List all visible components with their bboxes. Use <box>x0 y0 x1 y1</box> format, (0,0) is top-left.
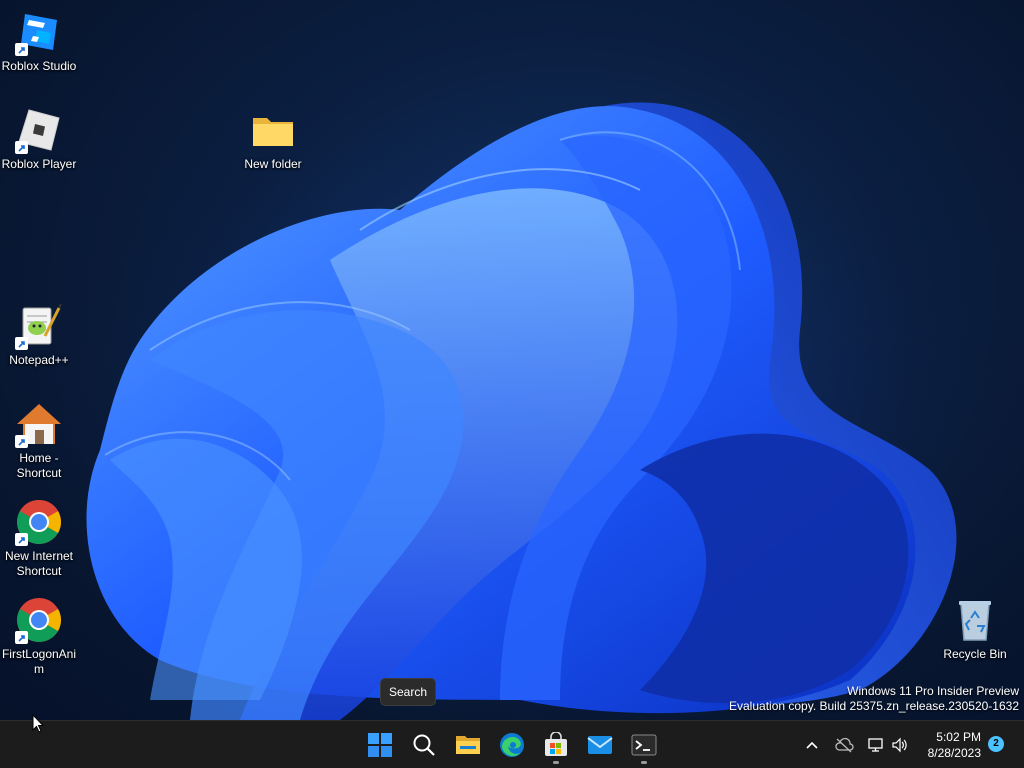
show-hidden-icons-button[interactable] <box>802 735 822 755</box>
network-icon <box>868 738 883 752</box>
desktop-icon-label: New Internet Shortcut <box>4 549 74 578</box>
edge-icon <box>500 733 524 757</box>
taskbar-store-button[interactable] <box>536 725 576 765</box>
desktop-icon-firstlogonanim[interactable]: FirstLogonAni m <box>0 596 78 677</box>
taskbar-mail-button[interactable] <box>580 725 620 765</box>
taskbar-search-button[interactable] <box>404 725 444 765</box>
onedrive-tray-button[interactable] <box>834 735 854 755</box>
taskbar-edge-button[interactable] <box>492 725 532 765</box>
desktop-icon-home-shortcut[interactable]: Home - Shortcut <box>0 400 78 481</box>
desktop-icon-label: Roblox Studio <box>1 59 77 73</box>
chevron-up-icon <box>806 741 818 749</box>
search-icon <box>413 734 435 756</box>
clock-button[interactable]: 5:02 PM 8/28/2023 <box>928 729 981 761</box>
shortcut-arrow-icon <box>15 533 28 546</box>
desktop-icon-new-internet-shortcut[interactable]: New Internet Shortcut <box>0 498 78 579</box>
notification-badge[interactable]: 2 <box>988 736 1004 752</box>
file-explorer-icon <box>456 736 480 754</box>
clock-date: 8/28/2023 <box>927 746 981 760</box>
desktop-icon-new-folder[interactable]: New folder <box>234 106 312 172</box>
volume-tray-button[interactable] <box>890 735 910 755</box>
watermark-edition: Windows 11 Pro Insider Preview <box>847 684 1019 698</box>
shortcut-arrow-icon <box>15 337 28 350</box>
store-icon <box>545 732 567 756</box>
desktop-icon-label: New folder <box>244 157 302 171</box>
folder-icon <box>253 118 293 146</box>
evaluation-watermark: Windows 11 Pro Insider Preview Evaluatio… <box>729 684 1019 714</box>
windows-start-icon <box>368 733 392 757</box>
shortcut-arrow-icon <box>15 631 28 644</box>
volume-icon <box>892 737 907 753</box>
clock-time: 5:02 PM <box>936 730 981 744</box>
desktop-icon-recycle-bin[interactable]: Recycle Bin <box>936 596 1014 662</box>
desktop-icon-label: Home - Shortcut <box>16 451 62 480</box>
desktop-icon-label: Notepad++ <box>9 353 69 367</box>
cloud-offline-icon <box>835 737 854 753</box>
taskbar: 5:02 PM 8/28/2023 <box>0 720 1024 768</box>
shortcut-arrow-icon <box>15 435 28 448</box>
desktop-icon-roblox-studio[interactable]: Roblox Studio <box>0 8 78 74</box>
taskbar-file-explorer-button[interactable] <box>448 725 488 765</box>
desktop-icon-label: Recycle Bin <box>943 647 1007 661</box>
desktop[interactable]: Roblox Studio Roblox Player New folder N… <box>0 0 1024 720</box>
mouse-cursor-icon <box>32 714 44 733</box>
shortcut-arrow-icon <box>15 43 28 56</box>
watermark-build: Evaluation copy. Build 25375.zn_release.… <box>729 699 1019 713</box>
wallpaper-bloom <box>40 100 1000 720</box>
desktop-icon-label: Roblox Player <box>1 157 77 171</box>
desktop-icon-roblox-player[interactable]: Roblox Player <box>0 106 78 172</box>
network-tray-button[interactable] <box>866 735 886 755</box>
desktop-icon-label: FirstLogonAni m <box>1 647 77 676</box>
running-indicator <box>553 761 559 764</box>
shortcut-arrow-icon <box>15 141 28 154</box>
taskbar-terminal-button[interactable] <box>624 725 664 765</box>
search-tooltip: Search <box>380 678 437 706</box>
desktop-icon-notepad-plus-plus[interactable]: Notepad++ <box>0 302 78 368</box>
running-indicator <box>641 761 647 764</box>
mail-icon <box>587 736 613 754</box>
start-button[interactable] <box>360 725 400 765</box>
recycle-bin-icon <box>959 601 991 641</box>
terminal-icon <box>631 734 657 756</box>
